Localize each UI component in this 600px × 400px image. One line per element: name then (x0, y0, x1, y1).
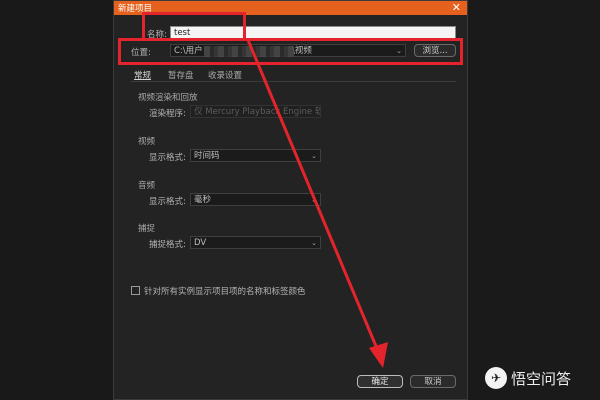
annotation-arrow (246, 39, 388, 368)
arrow-shaft (246, 39, 380, 352)
watermark: ✈ 悟空问答 (485, 365, 571, 391)
wukong-logo-icon: ✈ (485, 367, 507, 389)
arrowhead-icon (369, 342, 388, 368)
watermark-text: 悟空问答 (511, 369, 572, 388)
